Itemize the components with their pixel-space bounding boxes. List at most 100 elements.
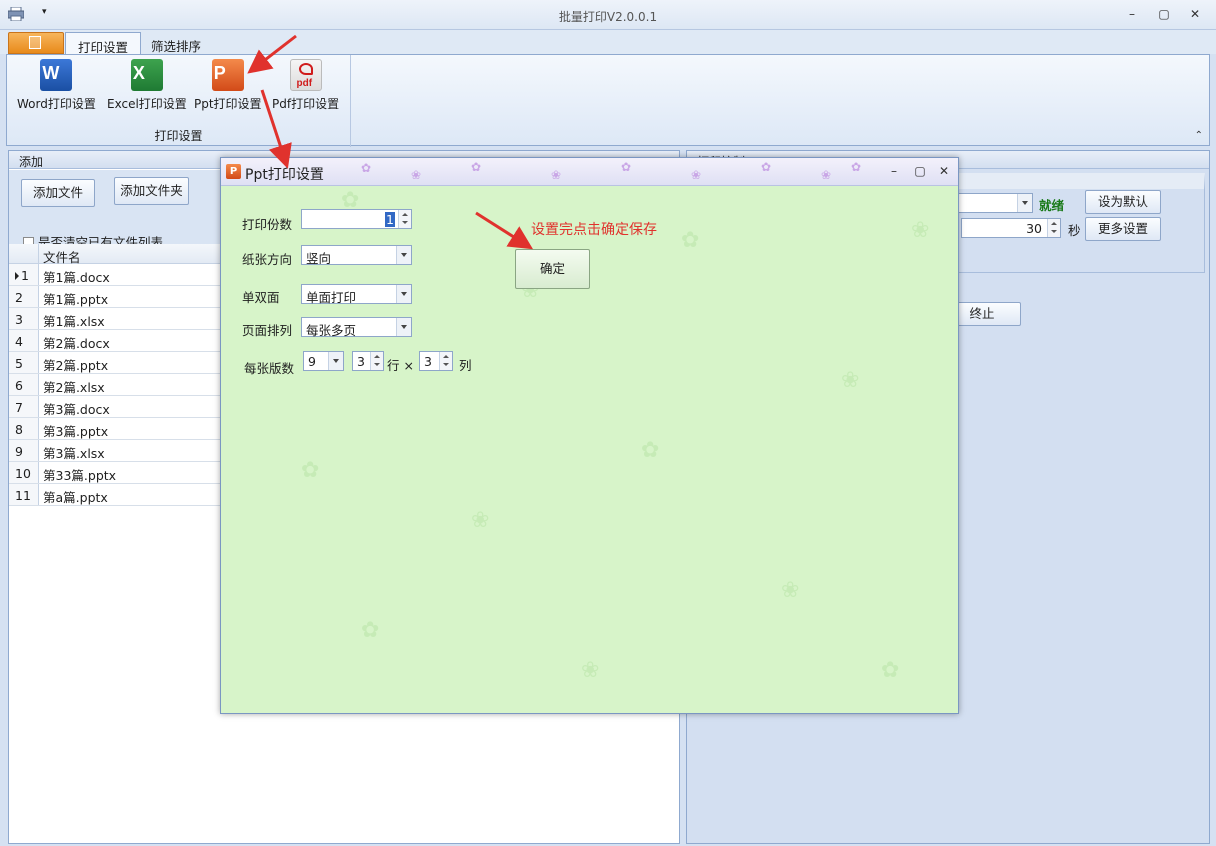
ppt-print-settings-dialog: ✿ ❀ ✿ ❀ ✿ ❀ ✿ ❀ ✿ ❀ ✿ ❀ P Ppt打印设置 ✿ ❀ ✿ …: [220, 157, 959, 714]
ribbon-group-print-settings: W Word打印设置 X Excel打印设置 P Ppt打印设置 pdf Pdf…: [7, 55, 351, 147]
row-number: 1: [9, 264, 39, 285]
set-default-button[interactable]: 设为默认: [1085, 190, 1161, 214]
more-settings-button[interactable]: 更多设置: [1085, 217, 1161, 241]
word-print-settings-label: Word打印设置: [17, 97, 96, 111]
per-sheet-select[interactable]: 9: [303, 351, 344, 371]
row-number: 7: [9, 396, 39, 417]
cols-stepper[interactable]: 3: [419, 351, 453, 371]
excel-print-settings-button[interactable]: X Excel打印设置: [107, 59, 187, 112]
flower-decoration-icon: ✿: [361, 161, 372, 175]
orientation-value: 竖向: [306, 251, 332, 266]
dialog-minimize-button[interactable]: –: [887, 164, 901, 178]
copies-stepper[interactable]: 1: [301, 209, 412, 229]
menu-icon: [29, 36, 41, 49]
minimize-button[interactable]: –: [1124, 7, 1140, 21]
file-name-cell: 第3篇.pptx: [43, 424, 109, 439]
layout-value: 每张多页: [306, 323, 357, 338]
interval-value: 30: [1026, 221, 1042, 236]
tab-print-settings[interactable]: 打印设置: [65, 32, 142, 55]
window-title: 批量打印V2.0.0.1: [558, 10, 658, 24]
pdf-print-settings-label: Pdf打印设置: [272, 97, 340, 111]
add-folder-button[interactable]: 添加文件夹: [114, 177, 189, 205]
rows-stepper[interactable]: 3: [352, 351, 384, 371]
stepper-arrows-icon[interactable]: [1047, 219, 1060, 237]
powerpoint-icon: P: [211, 59, 244, 91]
file-name-cell: 第2篇.xlsx: [43, 380, 105, 395]
ribbon-panel: W Word打印设置 X Excel打印设置 P Ppt打印设置 pdf Pdf…: [6, 54, 1210, 147]
stepper-arrows-icon[interactable]: [398, 210, 411, 228]
printer-select[interactable]: [957, 193, 1033, 213]
row-number: 5: [9, 352, 39, 373]
butterfly-decoration-icon: ❀: [821, 168, 832, 182]
duplex-select[interactable]: 单面打印: [301, 284, 412, 305]
butterfly-pattern-icon: ❀: [911, 218, 930, 243]
stepper-arrows-icon[interactable]: [370, 352, 383, 370]
chevron-down-icon[interactable]: [328, 352, 343, 370]
interval-stepper[interactable]: 30: [961, 218, 1061, 238]
row-number: 9: [9, 440, 39, 461]
butterfly-pattern-icon: ✿: [361, 618, 380, 643]
layout-label: 页面排列: [242, 323, 293, 338]
cols-unit-label: 列: [459, 358, 472, 373]
ok-button[interactable]: 确定: [515, 249, 590, 289]
butterfly-pattern-icon: ✿: [681, 228, 700, 253]
pdf-icon: pdf: [289, 59, 322, 91]
chevron-down-icon[interactable]: [396, 246, 411, 264]
orientation-select[interactable]: 竖向: [301, 245, 412, 266]
duplex-value: 单面打印: [306, 290, 357, 305]
restore-button[interactable]: ▢: [1156, 7, 1172, 21]
ribbon-group-title: 打印设置: [154, 129, 203, 143]
dialog-title: Ppt打印设置: [245, 167, 324, 183]
file-name-cell: 第a篇.pptx: [43, 490, 108, 505]
chevron-down-icon[interactable]: [396, 318, 411, 336]
butterfly-pattern-icon: ❀: [781, 578, 800, 603]
butterfly-pattern-icon: ❀: [471, 508, 490, 533]
layout-select[interactable]: 每张多页: [301, 317, 412, 338]
excel-icon: X: [130, 59, 163, 91]
butterfly-decoration-icon: ❀: [691, 168, 702, 182]
file-name-cell: 第3篇.xlsx: [43, 446, 105, 461]
row-number: 4: [9, 330, 39, 351]
ppt-print-settings-label: Ppt打印设置: [194, 97, 262, 111]
row-number: 10: [9, 462, 39, 483]
file-name-cell: 第2篇.docx: [43, 336, 110, 351]
word-print-settings-button[interactable]: W Word打印设置: [17, 59, 96, 112]
flower-decoration-icon: ✿: [851, 160, 862, 174]
file-name-cell: 第33篇.pptx: [43, 468, 117, 483]
file-name-cell: 第1篇.docx: [43, 270, 110, 285]
app-menu-button[interactable]: [8, 32, 64, 54]
butterfly-decoration-icon: ❀: [411, 168, 422, 182]
collapse-ribbon-icon[interactable]: ⌃: [1195, 130, 1203, 141]
powerpoint-icon: P: [226, 164, 241, 179]
dialog-maximize-button[interactable]: ▢: [913, 164, 927, 178]
chevron-down-icon[interactable]: [396, 285, 411, 303]
row-number: 2: [9, 286, 39, 307]
add-file-button[interactable]: 添加文件: [21, 179, 95, 207]
tab-filter-sort[interactable]: 筛选排序: [139, 32, 213, 54]
flower-decoration-icon: ✿: [471, 160, 482, 174]
per-sheet-value: 9: [308, 354, 316, 369]
butterfly-pattern-icon: ❀: [581, 658, 600, 683]
chevron-down-icon[interactable]: [1017, 194, 1032, 212]
dialog-close-button[interactable]: ✕: [937, 164, 951, 178]
row-number: 8: [9, 418, 39, 439]
butterfly-pattern-icon: ❀: [841, 368, 860, 393]
butterfly-decoration-icon: ❀: [551, 168, 562, 182]
ppt-print-settings-button[interactable]: P Ppt打印设置: [194, 59, 262, 112]
row-header-corner: [9, 244, 39, 264]
pdf-print-settings-button[interactable]: pdf Pdf打印设置: [272, 59, 339, 112]
row-number: 11: [9, 484, 39, 505]
file-name-cell: 第1篇.pptx: [43, 292, 109, 307]
copies-value: 1: [385, 212, 395, 227]
stepper-arrows-icon[interactable]: [439, 352, 452, 370]
file-name-cell: 第3篇.docx: [43, 402, 110, 417]
dialog-titlebar: P Ppt打印设置 ✿ ❀ ✿ ❀ ✿ ❀ ✿ ❀ ✿ – ▢ ✕: [221, 158, 958, 186]
annotation-note: 设置完点击确定保存: [531, 222, 657, 238]
rows-value: 3: [357, 354, 365, 369]
row-selector-icon: [15, 272, 19, 280]
cols-value: 3: [424, 354, 432, 369]
close-button[interactable]: ✕: [1187, 7, 1203, 21]
window-titlebar: ▾ 批量打印V2.0.0.1 – ▢ ✕: [0, 0, 1216, 30]
orientation-label: 纸张方向: [242, 252, 293, 267]
file-name-cell: 第1篇.xlsx: [43, 314, 105, 329]
